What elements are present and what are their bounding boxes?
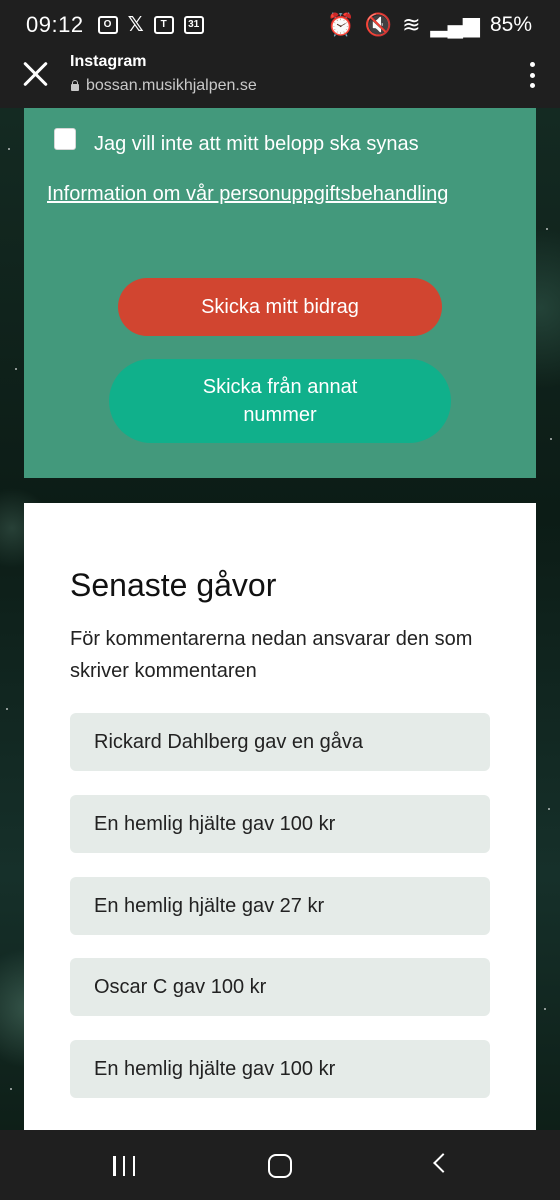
more-options-icon[interactable] — [528, 62, 536, 88]
calendar-icon: 31 — [183, 16, 204, 34]
status-time: 09:12 — [26, 12, 84, 37]
recent-apps-icon[interactable] — [113, 1156, 135, 1176]
outlook-icon: O — [97, 16, 118, 34]
status-left: 09:12 O 𝕏 T 31 — [26, 12, 204, 38]
mute-icon: 🔇 — [364, 12, 393, 37]
gift-item: En hemlig hjälte gav 27 kr — [70, 877, 490, 935]
battery-level: 85% — [489, 13, 532, 36]
privacy-link[interactable]: Information om vår personuppgiftsbehandl… — [47, 183, 448, 206]
page-title: Instagram — [70, 53, 147, 70]
hide-amount-label: Jag vill inte att mitt belopp ska synas — [94, 133, 419, 155]
home-icon[interactable] — [268, 1154, 292, 1178]
system-nav-bar — [0, 1130, 560, 1200]
gift-item: Oscar C gav 100 kr — [70, 958, 490, 1016]
hide-amount-checkbox[interactable] — [54, 128, 76, 150]
page-content: Jag vill inte att mitt belopp ska synas … — [0, 108, 560, 1130]
url-text: bossan.musikhjalpen.se — [86, 77, 257, 94]
alarm-icon: ⏰ — [327, 12, 355, 37]
recent-gifts-panel: Senaste gåvor För kommentarerna nedan an… — [24, 503, 536, 1130]
back-icon[interactable] — [433, 1153, 453, 1173]
x-icon: 𝕏 — [127, 14, 144, 36]
browser-toolbar: Instagram bossan.musikhjalpen.se — [0, 50, 560, 108]
submit-donation-button[interactable]: Skicka mitt bidrag — [118, 278, 442, 336]
gifts-description: För kommentarerna nedan ansvarar den som… — [70, 628, 473, 682]
status-right: ⏰ 🔇 ≋ ▂▄▆ 85% — [327, 12, 532, 38]
close-icon[interactable] — [22, 60, 50, 88]
lock-icon — [70, 80, 80, 92]
url-display[interactable]: bossan.musikhjalpen.se — [70, 77, 257, 95]
teams-icon: T — [153, 16, 174, 34]
status-bar: 09:12 O 𝕏 T 31 ⏰ 🔇 ≋ ▂▄▆ 85% — [0, 0, 560, 50]
send-from-other-number-button[interactable]: Skicka från annat nummer — [109, 359, 451, 443]
gifts-title: Senaste gåvor — [70, 567, 277, 603]
donation-form-panel: Jag vill inte att mitt belopp ska synas … — [24, 108, 536, 478]
signal-icon: ▂▄▆ — [430, 12, 480, 37]
gift-item: En hemlig hjälte gav 100 kr — [70, 795, 490, 853]
gift-item: En hemlig hjälte gav 100 kr — [70, 1040, 490, 1098]
wifi-icon: ≋ — [402, 12, 421, 37]
gift-item: Rickard Dahlberg gav en gåva — [70, 713, 490, 771]
